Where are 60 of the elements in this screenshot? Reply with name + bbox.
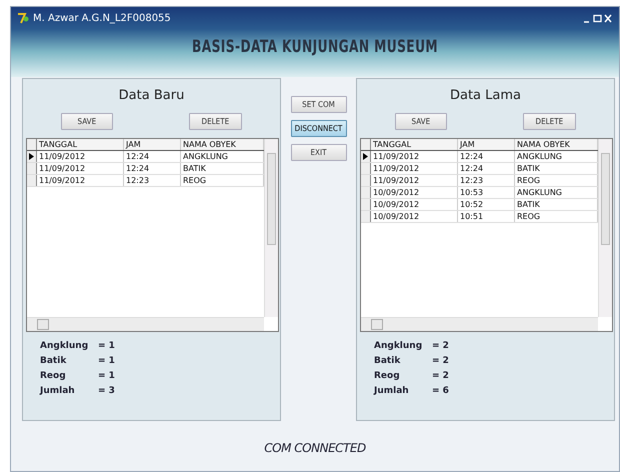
table-cell: 10:51 xyxy=(458,211,515,222)
table-cell: 12:24 xyxy=(124,163,181,174)
stat-label: Angklung xyxy=(374,341,424,351)
table-cell: 12:24 xyxy=(458,163,515,174)
table-cell: 12:23 xyxy=(124,175,181,186)
stat-value: = 2 xyxy=(432,371,450,381)
table-cell: 10/09/2012 xyxy=(371,211,458,222)
column-header[interactable]: TANGGAL xyxy=(37,139,124,150)
stat-label: Batik xyxy=(374,356,402,366)
column-header[interactable]: JAM xyxy=(458,139,515,150)
stat-label: Reog xyxy=(40,371,67,381)
action-button[interactable]: DELETE xyxy=(188,113,242,130)
table-cell: 11/09/2012 xyxy=(37,175,124,186)
table-cell: 11/09/2012 xyxy=(37,151,124,162)
table-cell: 12:23 xyxy=(458,175,515,186)
action-button[interactable]: DELETE xyxy=(522,113,576,130)
stat-value: = 1 xyxy=(98,341,116,351)
row-pointer-icon xyxy=(29,153,34,160)
stat-value: = 6 xyxy=(432,386,450,396)
table-cell: 10/09/2012 xyxy=(371,187,458,198)
action-button[interactable]: SAVE xyxy=(394,113,447,130)
table-cell: 10/09/2012 xyxy=(371,199,458,210)
stat-label: Batik xyxy=(40,356,68,366)
stat-label: Angklung xyxy=(40,341,90,351)
table-cell: 11/09/2012 xyxy=(371,151,458,162)
row-pointer-icon xyxy=(363,153,368,160)
table-cell: 10:53 xyxy=(458,187,515,198)
column-header[interactable]: JAM xyxy=(124,139,181,150)
row-selector[interactable] xyxy=(27,151,37,162)
stat-value: = 3 xyxy=(98,386,116,396)
command-button[interactable]: DISCONNECT xyxy=(290,120,346,137)
stat-value: = 2 xyxy=(432,356,450,366)
horizontal-scrollbar[interactable] xyxy=(27,317,264,331)
window-title: M. Azwar A.G.N_L2F008055 xyxy=(33,12,171,24)
stat-value: = 1 xyxy=(98,371,116,381)
command-button[interactable]: SET COM xyxy=(290,96,346,113)
table-cell: 12:24 xyxy=(458,151,515,162)
stat-label: Jumlah xyxy=(374,386,410,396)
stat-label: Reog xyxy=(374,371,401,381)
window-controls-icon[interactable] xyxy=(583,14,613,22)
table-cell: 11/09/2012 xyxy=(371,163,458,174)
table-cell: 11/09/2012 xyxy=(371,175,458,186)
table-cell: 12:24 xyxy=(124,151,181,162)
stat-label: Jumlah xyxy=(40,386,76,396)
app-heading: BASIS-DATA KUNJUNGAN MUSEUM xyxy=(191,37,439,57)
horizontal-scrollbar[interactable] xyxy=(361,317,598,331)
stat-value: = 2 xyxy=(432,341,450,351)
vertical-scrollbar[interactable] xyxy=(264,139,278,317)
table-cell: 11/09/2012 xyxy=(37,163,124,174)
column-header[interactable]: TANGGAL xyxy=(371,139,458,150)
action-button[interactable]: SAVE xyxy=(60,113,113,130)
table-cell: 10:52 xyxy=(458,199,515,210)
row-selector[interactable] xyxy=(361,151,371,162)
stat-value: = 1 xyxy=(98,356,116,366)
vertical-scrollbar[interactable] xyxy=(598,139,612,317)
status-text: COM CONNECTED xyxy=(263,441,367,455)
app-logo-icon xyxy=(17,12,29,24)
command-button[interactable]: EXIT xyxy=(290,144,346,161)
panel-title: Data Lama xyxy=(450,88,521,103)
panel-title: Data Baru xyxy=(118,88,184,103)
